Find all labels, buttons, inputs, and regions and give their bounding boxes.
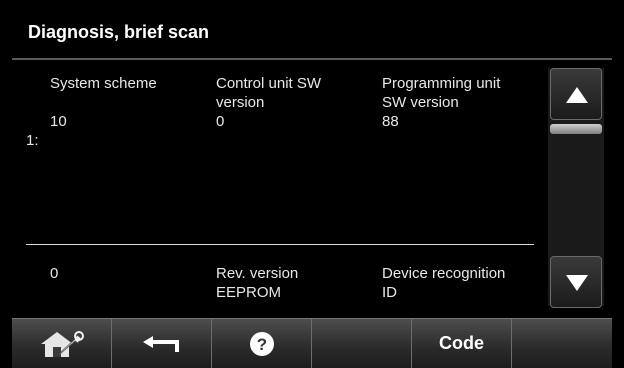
arrow-down-icon — [566, 275, 588, 291]
content-area: System scheme 10 1: Control unit SW vers… — [12, 60, 612, 316]
row-divider — [26, 244, 534, 245]
empty-toolbar-slot[interactable] — [312, 319, 412, 368]
scrollbar-thumb[interactable] — [550, 124, 602, 134]
row1-marker: 1: — [26, 132, 39, 149]
back-arrow-icon — [142, 335, 179, 352]
scroll-down-button[interactable] — [550, 256, 602, 308]
code-button-label: Code — [439, 333, 484, 353]
row1-col2-label: Control unit SW version — [216, 75, 322, 111]
row1-col3-value: 88 — [382, 113, 399, 130]
row2-col1-label: 0 — [50, 265, 59, 282]
row1-col2-value: 0 — [216, 113, 225, 130]
house-wrench-icon — [40, 330, 84, 357]
row1-col1-label: System scheme — [50, 75, 157, 92]
row1-col3-label: Programming unit SW version — [382, 75, 501, 111]
page-title: Diagnosis, brief scan — [28, 22, 210, 42]
arrow-up-icon — [566, 87, 588, 103]
home-settings-button[interactable] — [12, 319, 112, 368]
svg-text:?: ? — [256, 335, 266, 354]
question-icon: ? — [249, 331, 274, 356]
back-button[interactable] — [112, 319, 212, 368]
code-button[interactable]: Code — [412, 319, 512, 368]
title-bar: Diagnosis, brief scan — [12, 6, 612, 60]
row2-col3-label: Device recognition ID — [382, 265, 506, 301]
row1-col1-value: 10 — [50, 113, 67, 130]
bottom-toolbar: ? Code — [12, 318, 612, 368]
scroll-up-button[interactable] — [550, 68, 602, 120]
help-button[interactable]: ? — [212, 319, 312, 368]
row2-col2-label: Rev. version EEPROM — [216, 265, 299, 301]
empty-toolbar-slot-2[interactable] — [512, 319, 612, 368]
